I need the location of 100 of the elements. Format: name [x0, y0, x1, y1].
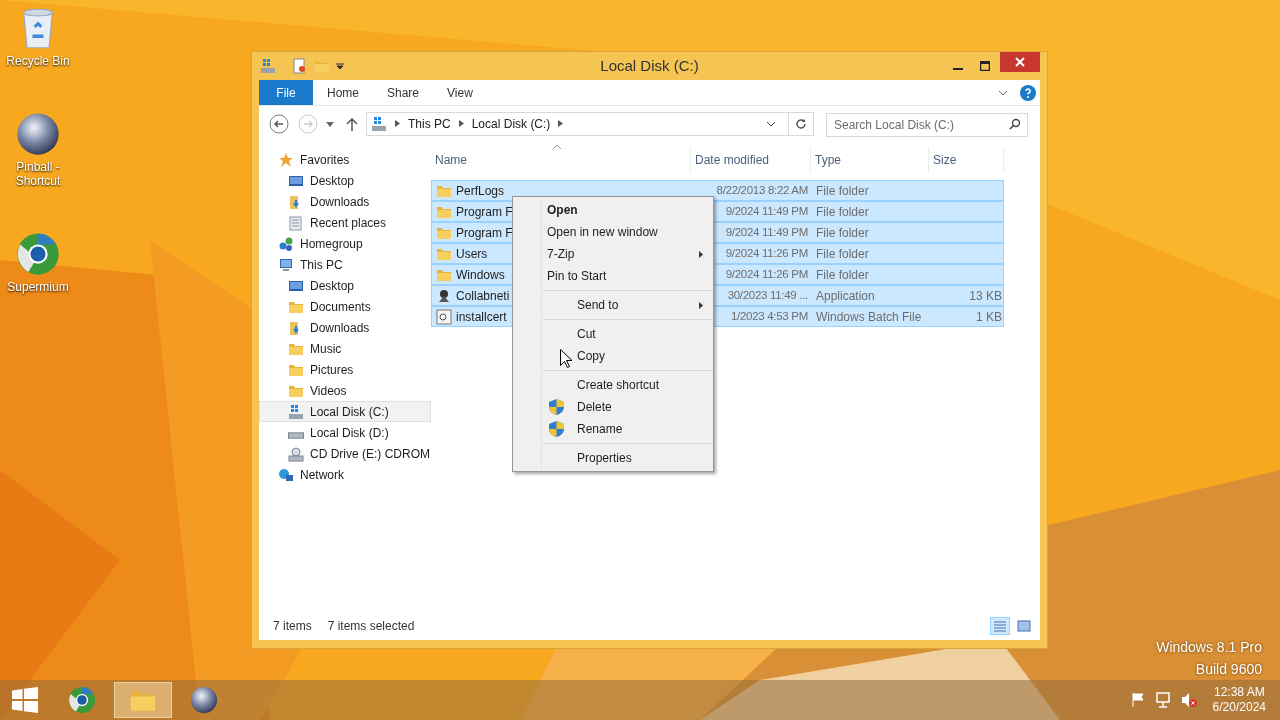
context-menu-item[interactable]: Rename [543, 418, 713, 440]
file-type: File folder [816, 204, 869, 219]
file-name: Users [456, 245, 488, 263]
network-status-icon[interactable] [1154, 692, 1171, 708]
search-icon[interactable] [1009, 117, 1021, 130]
breadcrumb-arrow-icon[interactable] [458, 120, 464, 127]
back-icon[interactable] [269, 113, 289, 134]
batch-file-icon [436, 308, 452, 325]
customize-caret-icon[interactable] [336, 62, 344, 70]
nav-item[interactable]: Recent places [259, 212, 431, 233]
nav-item[interactable]: Music [259, 338, 431, 359]
date-modified: 9/2024 11:49 PM [724, 225, 808, 241]
breadcrumb[interactable]: Local Disk (C:) [471, 114, 551, 133]
date-modified: 9/2024 11:49 PM [724, 204, 808, 220]
context-menu-item[interactable]: Create shortcut [543, 374, 713, 396]
breadcrumb[interactable]: This PC [408, 114, 451, 133]
context-menu-item[interactable]: Delete [543, 396, 713, 418]
application-icon [436, 287, 452, 304]
clock-time[interactable]: 12:38 AM [1213, 685, 1265, 700]
browser-icon [16, 232, 60, 276]
help-icon[interactable] [1020, 84, 1036, 101]
context-menu-item[interactable]: Properties [543, 447, 713, 469]
mouse-pointer-icon [560, 349, 572, 368]
file-name: Windows [456, 266, 505, 284]
pinball-icon [16, 112, 60, 156]
nav-item[interactable]: Pictures [259, 359, 431, 380]
file-type: Application [816, 288, 875, 303]
date-modified: 30/2023 11:49 ... [726, 288, 808, 304]
new-folder-icon [314, 58, 330, 74]
window-title: Local Disk (C:) [599, 55, 700, 76]
file-type: File folder [816, 267, 869, 282]
nav-item[interactable]: Documents [259, 296, 431, 317]
ribbon-tab[interactable]: Share [373, 80, 434, 105]
context-menu-item[interactable]: Pin to Start [513, 265, 713, 287]
nav-item[interactable]: Downloads [259, 317, 431, 338]
nav-item[interactable]: CD Drive (E:) CDROM [259, 443, 431, 464]
file-row[interactable]: PerfLogs 8/22/2013 8:22 AM File folder [431, 180, 1004, 201]
computer-icon [278, 256, 294, 273]
close-icon[interactable] [1015, 57, 1025, 67]
cd-drive-icon [288, 445, 304, 462]
column-header[interactable]: Date modified [695, 151, 770, 169]
system-drive-icon [288, 403, 304, 420]
date-modified: 9/2024 11:26 PM [724, 267, 808, 283]
properties-icon[interactable] [292, 58, 308, 74]
file-name: Program F [456, 224, 513, 242]
context-menu-item[interactable]: 7-Zip [513, 243, 713, 265]
file-type: File folder [816, 225, 869, 240]
drive-icon [288, 432, 304, 439]
column-header[interactable]: Type [815, 151, 841, 169]
star-icon [278, 151, 294, 168]
nav-item[interactable]: Desktop [259, 170, 431, 191]
windows-logo-icon[interactable] [12, 687, 38, 713]
item-count: 7 items [273, 618, 312, 635]
up-arrow-icon[interactable] [346, 116, 358, 131]
context-menu-item[interactable]: Open [513, 199, 713, 221]
maximize-icon[interactable] [980, 61, 990, 71]
network-icon [278, 466, 294, 483]
file-name: Collabneti [456, 287, 510, 305]
nav-item[interactable]: Videos [259, 380, 431, 401]
column-header[interactable]: Name [435, 151, 467, 169]
address-bar[interactable]: This PC Local Disk (C:) [366, 111, 814, 136]
system-drive-icon [260, 58, 276, 74]
column-header[interactable]: Size [933, 151, 957, 169]
context-menu-item[interactable]: Open in new window [513, 221, 713, 243]
search-field[interactable]: Search Local Disk (C:) [826, 112, 1028, 137]
tiles-view-button[interactable] [1014, 617, 1034, 635]
clock-date[interactable]: 6/20/2024 [1212, 700, 1266, 715]
date-modified: 9/2024 11:26 PM [724, 246, 808, 262]
nav-item[interactable]: Homegroup [259, 233, 431, 254]
file-name: PerfLogs [456, 182, 505, 200]
browser-icon [68, 686, 96, 714]
file-type: Windows Batch File [816, 309, 922, 324]
ribbon-tab[interactable]: Home [313, 80, 373, 105]
file-type: File folder [816, 246, 869, 261]
ribbon-tab[interactable]: View [433, 80, 487, 105]
volume-muted-icon[interactable] [1180, 692, 1197, 708]
date-modified: 8/22/2013 8:22 AM [715, 183, 808, 199]
context-menu-item[interactable]: Copy [543, 345, 713, 367]
selection-count: 7 items selected [327, 618, 415, 635]
nav-item[interactable]: Downloads [259, 191, 431, 212]
nav-item[interactable]: Favorites [259, 149, 431, 170]
nav-item[interactable]: Local Disk (C:) [259, 401, 431, 422]
system-drive-icon [371, 115, 387, 132]
file-menu-button[interactable]: File [259, 80, 313, 105]
nav-item[interactable]: Desktop [259, 275, 431, 296]
nav-item[interactable]: This PC [259, 254, 431, 275]
date-modified: 1/2023 4:53 PM [730, 309, 808, 325]
watermark-text: Build 9600 [1195, 660, 1262, 679]
file-name: installcert [456, 308, 507, 326]
close-button[interactable] [1000, 52, 1040, 72]
nav-item[interactable]: Local Disk (D:) [259, 422, 431, 443]
watermark-text: Windows 8.1 Pro [1156, 638, 1262, 657]
nav-item[interactable]: Network [259, 464, 431, 485]
breadcrumb-arrow-icon[interactable] [558, 120, 564, 127]
file-type: File folder [816, 183, 869, 198]
file-name: Program F [456, 203, 513, 221]
action-center-flag-icon[interactable] [1130, 693, 1145, 707]
refresh-icon[interactable] [795, 117, 807, 130]
recent-locations-caret-icon[interactable] [326, 119, 334, 128]
breadcrumb-arrow-icon[interactable] [395, 120, 400, 127]
